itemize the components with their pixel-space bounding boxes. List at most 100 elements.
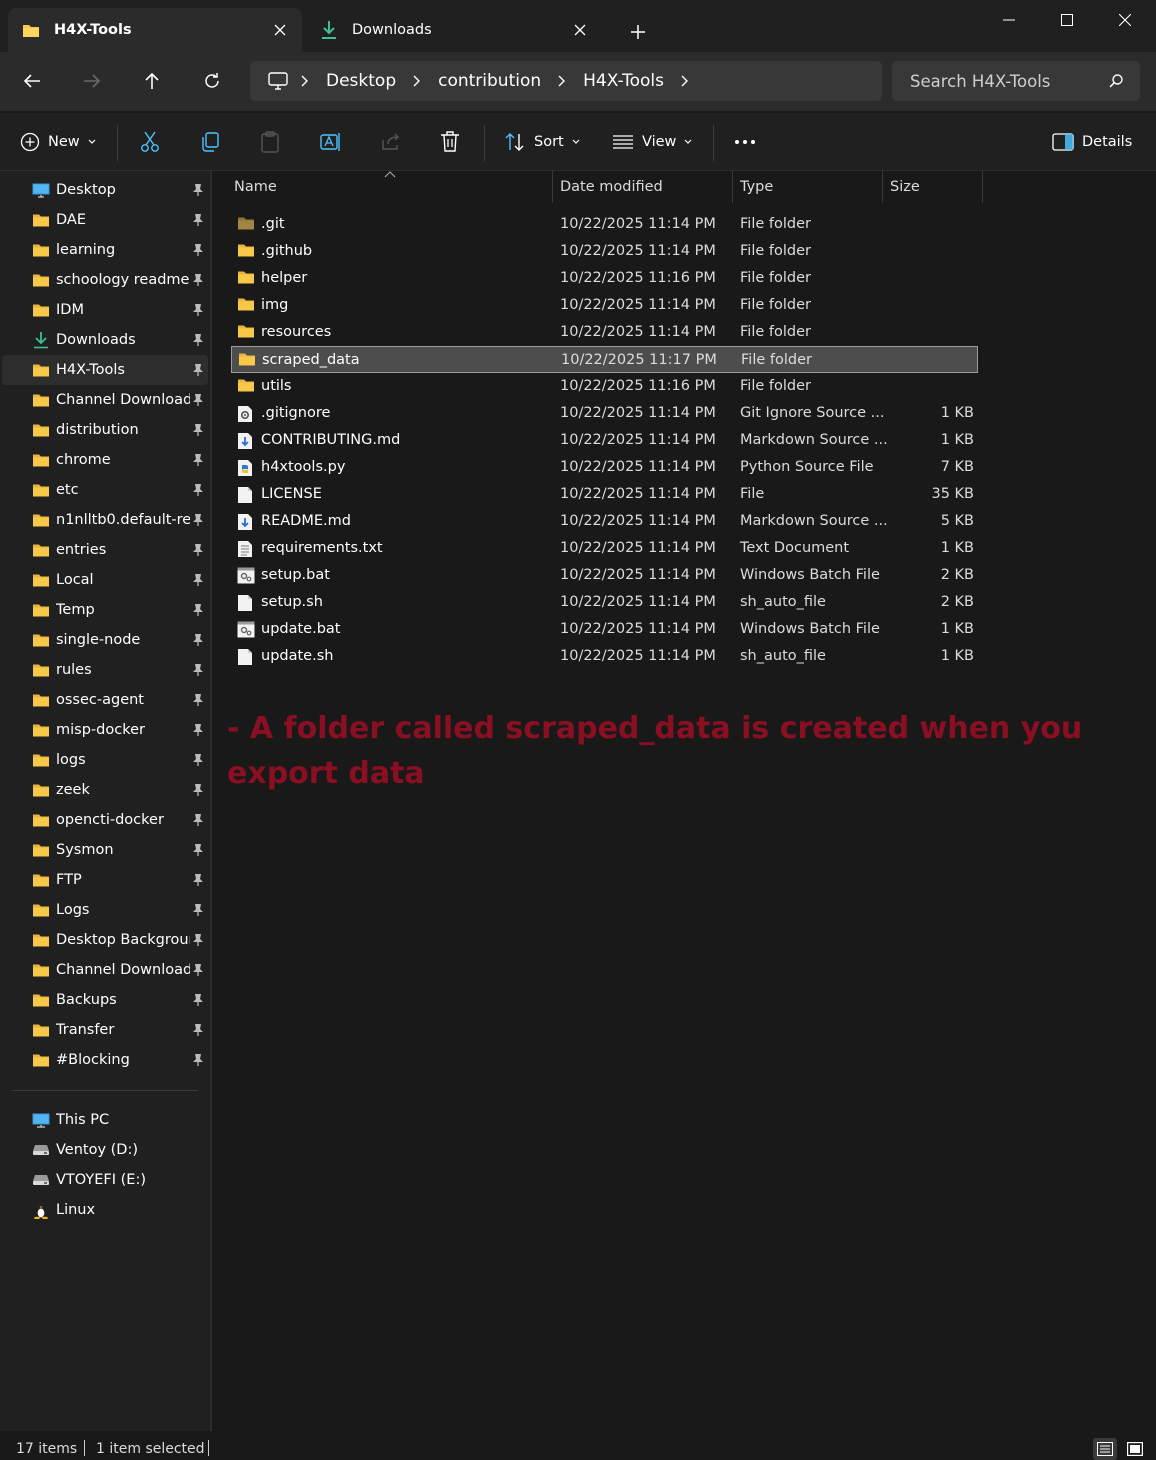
sidebar-item-vtoyefi-e[interactable]: VTOYEFI (E:) xyxy=(2,1165,208,1195)
share-button[interactable] xyxy=(380,127,402,157)
sidebar-item-distribution[interactable]: distribution xyxy=(2,415,208,445)
divider xyxy=(84,1440,85,1456)
sort-button[interactable]: Sort xyxy=(504,127,580,157)
sidebar-item-backups[interactable]: Backups xyxy=(2,985,208,1015)
chevron-right-icon[interactable] xyxy=(668,75,702,87)
sidebar-item-ossec-agent[interactable]: ossec-agent xyxy=(2,685,208,715)
file-row[interactable]: scraped_data 10/22/2025 11:17 PM File fold… xyxy=(231,346,978,373)
file-row[interactable]: h4xtools.py 10/22/2025 11:14 PM Python Sou… xyxy=(231,454,978,481)
sidebar-item-transfer[interactable]: Transfer xyxy=(2,1015,208,1045)
up-button[interactable] xyxy=(132,62,172,100)
sidebar-item-learning[interactable]: learning xyxy=(2,235,208,265)
folder-icon xyxy=(32,722,50,738)
sidebar-item-rules[interactable]: rules xyxy=(2,655,208,685)
paste-button[interactable] xyxy=(260,127,280,157)
sidebar-item-channel-downloader[interactable]: Channel Downloader xyxy=(2,385,208,415)
close-tab-icon[interactable] xyxy=(270,20,290,40)
column-header-date[interactable]: Date modified xyxy=(560,171,732,203)
search-input[interactable] xyxy=(910,71,1100,91)
chevron-right-icon[interactable] xyxy=(288,75,322,87)
breadcrumb[interactable]: Desktop contribution H4X-Tools xyxy=(250,61,882,101)
sidebar-item-misp-docker[interactable]: misp-docker xyxy=(2,715,208,745)
file-row[interactable]: .git 10/22/2025 11:14 PM File folder xyxy=(231,211,978,238)
file-row[interactable]: .gitignore 10/22/2025 11:14 PM Git Ignore … xyxy=(231,400,978,427)
search-icon[interactable] xyxy=(1108,73,1124,89)
sidebar-item-sysmon[interactable]: Sysmon xyxy=(2,835,208,865)
sidebar-item-temp[interactable]: Temp xyxy=(2,595,208,625)
file-row[interactable]: .github 10/22/2025 11:14 PM File folder xyxy=(231,238,978,265)
file-row[interactable]: LICENSE 10/22/2025 11:14 PM File 35 KB xyxy=(231,481,978,508)
file-date: 10/22/2025 11:14 PM xyxy=(560,216,716,232)
search-box[interactable] xyxy=(892,61,1140,101)
sidebar-item-entries[interactable]: entries xyxy=(2,535,208,565)
rename-button[interactable] xyxy=(320,127,342,157)
sidebar-item-zeek[interactable]: zeek xyxy=(2,775,208,805)
column-divider[interactable] xyxy=(552,171,553,203)
column-divider[interactable] xyxy=(882,171,883,203)
file-date: 10/22/2025 11:14 PM xyxy=(560,486,716,502)
file-row[interactable]: README.md 10/22/2025 11:14 PM Markdown Sou… xyxy=(231,508,978,535)
new-tab-button[interactable] xyxy=(624,20,652,44)
refresh-button[interactable] xyxy=(192,62,232,100)
file-row[interactable]: requirements.txt 10/22/2025 11:14 PM Text … xyxy=(231,535,978,562)
minimize-button[interactable] xyxy=(980,0,1038,40)
sidebar-item-idm[interactable]: IDM xyxy=(2,295,208,325)
sidebar-item-logs[interactable]: Logs xyxy=(2,895,208,925)
column-divider[interactable] xyxy=(982,171,983,203)
sidebar-item-downloads[interactable]: Downloads xyxy=(2,325,208,355)
close-tab-icon[interactable] xyxy=(570,20,590,40)
copy-button[interactable] xyxy=(200,127,220,157)
more-options-button[interactable] xyxy=(734,127,756,157)
sidebar-item-this-pc[interactable]: This PC xyxy=(2,1105,208,1135)
sidebar-item-h4x-tools[interactable]: H4X-Tools xyxy=(2,355,208,385)
maximize-button[interactable] xyxy=(1038,0,1096,40)
column-header-size[interactable]: Size xyxy=(890,171,982,203)
view-button[interactable]: View xyxy=(612,127,692,157)
sidebar-item-linux[interactable]: Linux xyxy=(2,1195,208,1225)
sidebar-item-opencti-docker[interactable]: opencti-docker xyxy=(2,805,208,835)
sidebar-item-etc[interactable]: etc xyxy=(2,475,208,505)
sidebar-item-channel-downloader[interactable]: Channel Downloader xyxy=(2,955,208,985)
sidebar-item-blocking[interactable]: #Blocking xyxy=(2,1045,208,1075)
forward-button[interactable] xyxy=(72,62,112,100)
chevron-right-icon[interactable] xyxy=(545,75,579,87)
file-row[interactable]: CONTRIBUTING.md 10/22/2025 11:14 PM Markdo… xyxy=(231,427,978,454)
file-row[interactable]: helper 10/22/2025 11:16 PM File folder xyxy=(231,265,978,292)
tab-h4x-tools[interactable]: H4X-Tools xyxy=(8,8,302,52)
breadcrumb-item-desktop[interactable]: Desktop xyxy=(326,71,396,91)
back-button[interactable] xyxy=(12,62,52,100)
sidebar-item-ventoy-d[interactable]: Ventoy (D:) xyxy=(2,1135,208,1165)
file-row[interactable]: utils 10/22/2025 11:16 PM File folder xyxy=(231,373,978,400)
pin-icon xyxy=(192,693,204,707)
file-row[interactable]: resources 10/22/2025 11:14 PM File folder xyxy=(231,319,978,346)
breadcrumb-item-contribution[interactable]: contribution xyxy=(438,71,541,91)
file-row[interactable]: setup.sh 10/22/2025 11:14 PM sh_auto_file 2… xyxy=(231,589,978,616)
file-row[interactable]: setup.bat 10/22/2025 11:14 PM Windows Batc… xyxy=(231,562,978,589)
sidebar-item-single-node[interactable]: single-node xyxy=(2,625,208,655)
sidebar-item-chrome[interactable]: chrome xyxy=(2,445,208,475)
new-button[interactable]: New xyxy=(20,127,96,157)
details-button[interactable]: Details xyxy=(1052,127,1132,157)
cut-button[interactable] xyxy=(140,127,160,157)
column-divider[interactable] xyxy=(732,171,733,203)
sidebar-item-n1nlltb0-default-release[interactable]: n1nlltb0.default-release xyxy=(2,505,208,535)
folder-icon xyxy=(32,572,50,588)
delete-button[interactable] xyxy=(440,127,460,157)
file-row[interactable]: update.sh 10/22/2025 11:14 PM sh_auto_file… xyxy=(231,643,978,670)
sidebar-item-dae[interactable]: DAE xyxy=(2,205,208,235)
large-icons-view-button[interactable] xyxy=(1123,1438,1147,1460)
file-row[interactable]: update.bat 10/22/2025 11:14 PM Windows Bat… xyxy=(231,616,978,643)
sidebar-item-ftp[interactable]: FTP xyxy=(2,865,208,895)
breadcrumb-item-h4x-tools[interactable]: H4X-Tools xyxy=(583,71,664,91)
sidebar-item-logs[interactable]: logs xyxy=(2,745,208,775)
sidebar-item-local[interactable]: Local xyxy=(2,565,208,595)
sidebar-item-desktop-backgrounds[interactable]: Desktop Backgrounds xyxy=(2,925,208,955)
file-row[interactable]: img 10/22/2025 11:14 PM File folder xyxy=(231,292,978,319)
chevron-right-icon[interactable] xyxy=(400,75,434,87)
tab-downloads[interactable]: Downloads xyxy=(306,8,602,52)
column-header-type[interactable]: Type xyxy=(740,171,880,203)
close-window-button[interactable] xyxy=(1096,0,1154,40)
sidebar-item-schoology-readme[interactable]: schoology readme xyxy=(2,265,208,295)
sidebar-item-desktop[interactable]: Desktop xyxy=(2,175,208,205)
details-view-button[interactable] xyxy=(1093,1438,1117,1460)
